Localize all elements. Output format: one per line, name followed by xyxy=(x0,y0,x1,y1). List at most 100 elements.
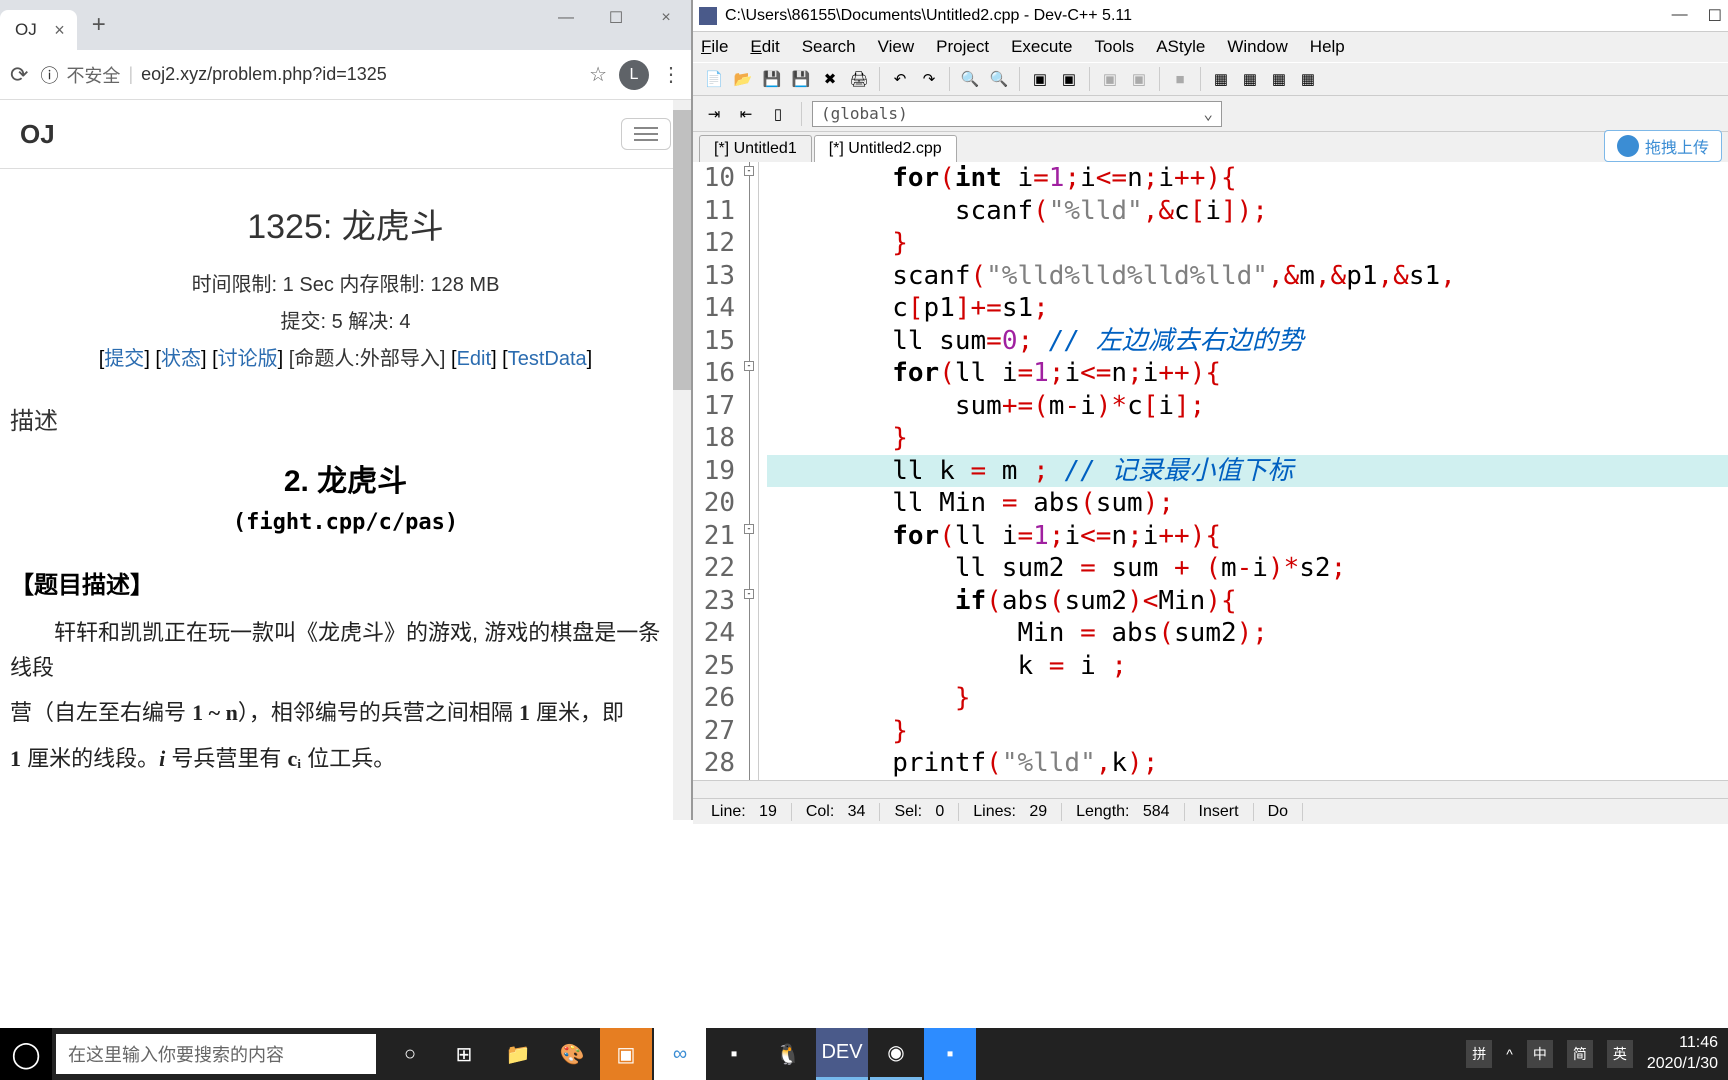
bookmark-icon[interactable]: ☆ xyxy=(589,62,607,87)
site-logo[interactable]: OJ xyxy=(20,119,55,150)
insecure-label: 不安全 xyxy=(66,62,120,88)
body-title: 2. 龙虎斗 xyxy=(10,456,681,500)
menu-icon[interactable]: ⋮ xyxy=(661,62,681,87)
taskbar-search[interactable]: 在这里输入你要搜索的内容 xyxy=(56,1034,376,1074)
link-discuss[interactable]: 讨论版 xyxy=(218,348,278,370)
scrollbar[interactable] xyxy=(673,100,691,820)
code-editor[interactable]: 10111213141516171819202122232425262728 -… xyxy=(693,162,1728,780)
link-edit[interactable]: Edit xyxy=(457,348,491,370)
stop-icon[interactable]: ■ xyxy=(1167,66,1193,92)
menu-file[interactable]: File xyxy=(701,37,728,57)
fold-toggle-icon[interactable]: - xyxy=(744,166,754,176)
ime-indicator[interactable]: 简 xyxy=(1567,1040,1593,1068)
code-area[interactable]: for(int i=1;i<=n;i++){ scanf("%lld",&c[i… xyxy=(759,162,1728,780)
ime-indicator[interactable]: 英 xyxy=(1607,1040,1633,1068)
replace-icon[interactable]: 🔍 xyxy=(986,66,1012,92)
print-icon[interactable]: 🖨 xyxy=(846,66,872,92)
zoom-icon[interactable]: ▪ xyxy=(924,1028,976,1080)
find-icon[interactable]: 🔍 xyxy=(957,66,983,92)
taskview-icon[interactable]: ⊞ xyxy=(438,1028,490,1080)
link-status[interactable]: 状态 xyxy=(161,348,201,370)
ime-indicator[interactable]: 中 xyxy=(1527,1040,1553,1068)
menu-tools[interactable]: Tools xyxy=(1095,37,1135,57)
undo-icon[interactable]: ↶ xyxy=(887,66,913,92)
redo-icon[interactable]: ↷ xyxy=(916,66,942,92)
save-icon[interactable]: 💾 xyxy=(759,66,785,92)
open-file-icon[interactable]: 📂 xyxy=(730,66,756,92)
menu-astyle[interactable]: AStyle xyxy=(1156,37,1205,57)
link-testdata[interactable]: TestData xyxy=(508,348,587,370)
grid-icon[interactable]: ▦ xyxy=(1295,66,1321,92)
system-tray: 拼 ^ 中 简 英 11:46 2020/1/30 xyxy=(1466,1033,1728,1075)
maximize-button[interactable]: ☐ xyxy=(591,0,641,35)
menu-help[interactable]: Help xyxy=(1310,37,1345,57)
minimize-button[interactable]: — xyxy=(541,0,591,35)
url-input[interactable]: ⓘ 不安全 | eoj2.xyz/problem.php?id=1325 xyxy=(40,62,577,88)
close-icon[interactable]: × xyxy=(54,20,65,41)
menu-edit[interactable]: Edit xyxy=(750,37,779,57)
menu-project[interactable]: Project xyxy=(936,37,989,57)
menu-view[interactable]: View xyxy=(878,37,915,57)
new-tab-button[interactable]: + xyxy=(92,11,106,39)
paint-icon[interactable]: 🎨 xyxy=(546,1028,598,1080)
tray-chevron-icon[interactable]: ^ xyxy=(1506,1046,1513,1062)
minimize-button[interactable]: — xyxy=(1672,6,1688,26)
fold-toggle-icon[interactable]: - xyxy=(744,589,754,599)
cortana-icon[interactable]: ○ xyxy=(384,1028,436,1080)
chevron-down-icon: ⌄ xyxy=(1203,104,1213,123)
fold-gutter[interactable]: - - - - xyxy=(741,162,759,780)
grid-icon[interactable]: ▦ xyxy=(1237,66,1263,92)
reload-icon[interactable]: ⟳ xyxy=(10,62,28,88)
browser-tab[interactable]: OJ × xyxy=(0,10,77,50)
fold-toggle-icon[interactable]: - xyxy=(744,524,754,534)
grid-icon[interactable]: ▦ xyxy=(1266,66,1292,92)
menu-window[interactable]: Window xyxy=(1227,37,1287,57)
ime-indicator[interactable]: 拼 xyxy=(1466,1040,1492,1068)
hamburger-menu[interactable] xyxy=(621,118,671,150)
chrome-icon[interactable]: ◉ xyxy=(870,1028,922,1080)
menu-execute[interactable]: Execute xyxy=(1011,37,1072,57)
app-icon[interactable]: ▣ xyxy=(600,1028,652,1080)
bookmark-icon[interactable]: ⇤ xyxy=(733,101,759,127)
problem-stats: 提交: 5 解决: 4 xyxy=(10,305,681,334)
taskbar-clock[interactable]: 11:46 2020/1/30 xyxy=(1647,1033,1718,1075)
run-icon[interactable]: ▣ xyxy=(1056,66,1082,92)
explorer-icon[interactable]: 📁 xyxy=(492,1028,544,1080)
section-label: 描述 xyxy=(10,401,681,436)
debug-icon[interactable]: ▣ xyxy=(1097,66,1123,92)
link-submit[interactable]: 提交 xyxy=(104,348,144,370)
terminal-icon[interactable]: ▪ xyxy=(708,1028,760,1080)
menu-search[interactable]: Search xyxy=(802,37,856,57)
toggle-icon[interactable]: ▯ xyxy=(765,101,791,127)
problem-limits: 时间限制: 1 Sec 内存限制: 128 MB xyxy=(10,268,681,297)
new-file-icon[interactable]: 📄 xyxy=(701,66,727,92)
url-text: eoj2.xyz/problem.php?id=1325 xyxy=(141,64,387,85)
upload-button[interactable]: 拖拽上传 xyxy=(1604,130,1722,162)
statusbar: Line: 19 Col: 34 Sel: 0 Lines: 29 Length… xyxy=(693,798,1728,824)
horizontal-scrollbar[interactable] xyxy=(693,780,1728,798)
editor-tab-active[interactable]: [*] Untitled2.cpp xyxy=(814,135,957,162)
qq-icon[interactable]: 🐧 xyxy=(762,1028,814,1080)
grid-icon[interactable]: ▦ xyxy=(1208,66,1234,92)
baidu-icon[interactable]: ∞ xyxy=(654,1028,706,1080)
scrollbar-thumb[interactable] xyxy=(673,110,691,390)
fold-toggle-icon[interactable]: - xyxy=(744,361,754,371)
close-file-icon[interactable]: ✖ xyxy=(817,66,843,92)
titlebar: C:\Users\86155\Documents\Untitled2.cpp -… xyxy=(693,0,1728,32)
scope-dropdown[interactable]: (globals) ⌄ xyxy=(812,101,1222,127)
goto-icon[interactable]: ⇥ xyxy=(701,101,727,127)
app-icon xyxy=(699,7,717,25)
maximize-button[interactable]: ☐ xyxy=(1708,6,1722,26)
close-button[interactable]: × xyxy=(641,0,691,35)
debug-icon[interactable]: ▣ xyxy=(1126,66,1152,92)
menubar: File Edit Search View Project Execute To… xyxy=(693,32,1728,62)
save-all-icon[interactable]: 💾 xyxy=(788,66,814,92)
start-button[interactable]: ◯ xyxy=(0,1028,52,1080)
devcpp-taskbar-icon[interactable]: DEV xyxy=(816,1028,868,1080)
toolbar-secondary: ⇥ ⇤ ▯ (globals) ⌄ xyxy=(693,96,1728,132)
address-bar: ⟳ ⓘ 不安全 | eoj2.xyz/problem.php?id=1325 ☆… xyxy=(0,50,691,100)
cloud-icon xyxy=(1617,135,1639,157)
profile-avatar[interactable]: L xyxy=(619,60,649,90)
editor-tab[interactable]: [*] Untitled1 xyxy=(699,135,812,162)
compile-icon[interactable]: ▣ xyxy=(1027,66,1053,92)
